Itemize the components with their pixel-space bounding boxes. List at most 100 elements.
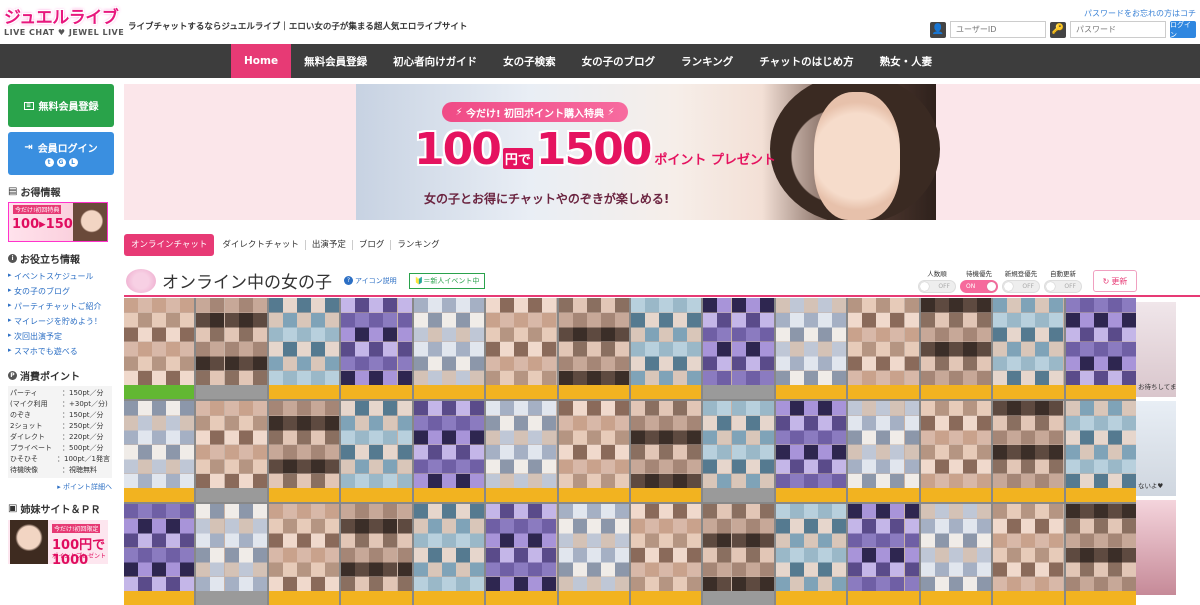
line-icon[interactable]: L — [68, 158, 78, 167]
performer-thumbnail — [268, 401, 340, 488]
nav-item-6[interactable]: チャットのはじめ方 — [746, 44, 866, 78]
toggle-switch[interactable]: OFF — [1002, 280, 1040, 293]
nav-item-3[interactable]: 女の子検索 — [490, 44, 569, 78]
toggle-knob — [1046, 282, 1055, 291]
performer-card[interactable] — [413, 401, 485, 502]
user-id-input[interactable] — [950, 21, 1046, 38]
performer-thumbnail — [993, 401, 1064, 488]
sort-toggle[interactable]: 待機優先 ON — [960, 268, 998, 293]
register-button[interactable]: ≡ 無料会員登録 — [8, 84, 114, 127]
useful-link[interactable]: イベントスケジュール — [8, 269, 114, 284]
performer-card[interactable] — [196, 298, 267, 399]
performer-card[interactable] — [775, 504, 847, 605]
performer-card[interactable] — [413, 298, 485, 399]
tab-1[interactable]: ダイレクトチャット — [216, 240, 306, 250]
performer-card[interactable] — [341, 401, 412, 502]
performer-card[interactable] — [920, 401, 992, 502]
performer-card[interactable] — [486, 504, 557, 605]
performer-card[interactable] — [1065, 298, 1136, 399]
nav-item-4[interactable]: 女の子のブログ — [569, 44, 669, 78]
forgot-password-link[interactable]: パスワードをお忘れの方はコチ — [1084, 8, 1196, 19]
performer-card[interactable] — [124, 298, 195, 399]
performer-card[interactable] — [558, 401, 629, 502]
status-bar — [703, 591, 774, 605]
performer-card[interactable] — [993, 504, 1064, 605]
nav-item-2[interactable]: 初心者向けガイド — [380, 44, 490, 78]
performer-card[interactable] — [413, 504, 485, 605]
performer-card[interactable] — [703, 401, 774, 502]
performer-thumbnail — [124, 298, 195, 385]
tab-0[interactable]: オンラインチャット — [124, 234, 215, 256]
google-icon[interactable]: G — [56, 158, 66, 167]
performer-card[interactable] — [558, 298, 629, 399]
performer-card[interactable] — [341, 298, 412, 399]
performer-card[interactable] — [848, 401, 919, 502]
nav-item-5[interactable]: ランキング — [668, 44, 746, 78]
toggle-switch[interactable]: OFF — [918, 280, 956, 293]
points-value: ：150pt／分 — [62, 389, 104, 397]
performer-card[interactable] — [703, 504, 774, 605]
useful-link[interactable]: 女の子のブログ — [8, 284, 114, 299]
pr-banner[interactable]: 今だけ!初回限定 100円で1000 ポイントプレゼント — [8, 520, 108, 564]
sort-toggle-label: 待機優先 — [966, 270, 992, 278]
performer-card[interactable] — [848, 298, 919, 399]
site-logo[interactable]: ジュエルライブ LIVE CHAT ♥ JEWEL LIVE — [4, 3, 126, 41]
performer-card[interactable] — [196, 401, 267, 502]
twitter-icon[interactable]: t — [44, 158, 54, 167]
performer-card[interactable] — [993, 401, 1064, 502]
performer-card[interactable] — [558, 504, 629, 605]
performer-card[interactable]: ないよ♥ — [1136, 401, 1176, 496]
refresh-button[interactable]: ↻ 更新 — [1093, 270, 1137, 292]
performer-card[interactable] — [703, 298, 774, 399]
performer-card[interactable] — [848, 504, 919, 605]
useful-link[interactable]: マイレージを貯めよう！ — [8, 314, 114, 329]
logo-subtext: LIVE CHAT ♥ JEWEL LIVE — [4, 28, 125, 37]
tab-2[interactable]: 出演予定 — [306, 240, 353, 250]
tab-4[interactable]: ランキング — [391, 240, 445, 250]
points-detail-link[interactable]: ▸ ポイント詳細へ — [8, 482, 112, 492]
nav-item-7[interactable]: 熟女・人妻 — [867, 44, 946, 78]
useful-link[interactable]: 次回出演予定 — [8, 329, 114, 344]
performer-thumbnail — [486, 504, 557, 591]
performer-card[interactable]: お待ちしてません — [1136, 302, 1176, 397]
tab-3[interactable]: ブログ — [353, 240, 392, 250]
performer-card[interactable] — [1136, 500, 1176, 595]
performer-card[interactable] — [631, 401, 702, 502]
nav-item-0[interactable]: Home — [231, 44, 292, 78]
deals-banner[interactable]: 今だけ!初回特典 100▸1500 — [8, 202, 108, 242]
performer-card[interactable] — [486, 298, 557, 399]
performer-card[interactable] — [268, 401, 340, 502]
icon-help-link[interactable]: ? アイコン説明 — [344, 276, 397, 286]
sort-toggle[interactable]: 自動更新 OFF — [1044, 268, 1082, 293]
useful-link[interactable]: パーティチャットご紹介 — [8, 299, 114, 314]
toggle-switch[interactable]: ON — [960, 280, 998, 293]
status-bar — [196, 591, 267, 605]
performer-card[interactable] — [1065, 504, 1136, 605]
performer-card[interactable] — [486, 401, 557, 502]
performer-card[interactable] — [631, 504, 702, 605]
sort-toggle[interactable]: 新規登優先 OFF — [1002, 268, 1040, 293]
performer-card[interactable] — [775, 401, 847, 502]
performer-card[interactable] — [268, 298, 340, 399]
login-form: 👤 🔑 ログイン — [930, 21, 1196, 39]
performer-card[interactable] — [196, 504, 267, 605]
password-input[interactable] — [1070, 21, 1166, 38]
performer-card[interactable] — [124, 401, 195, 502]
toggle-switch[interactable]: OFF — [1044, 280, 1082, 293]
performer-card[interactable] — [631, 298, 702, 399]
performer-card[interactable] — [1065, 401, 1136, 502]
hero-banner[interactable]: ⚡ 今だけ! 初回ポイント購入特典 ⚡ 100 円で 1500 ポイント プレゼ… — [124, 84, 1200, 220]
performer-card[interactable] — [268, 504, 340, 605]
nav-item-1[interactable]: 無料会員登録 — [291, 44, 380, 78]
performer-card[interactable] — [920, 298, 992, 399]
performer-card[interactable] — [993, 298, 1064, 399]
member-login-button[interactable]: ⇥ 会員ログイン t G L — [8, 132, 114, 175]
sort-toggle[interactable]: 人数順 OFF — [918, 268, 956, 293]
performer-card[interactable] — [124, 504, 195, 605]
performer-card[interactable] — [341, 504, 412, 605]
useful-link[interactable]: スマホでも遊べる — [8, 344, 114, 359]
performer-card[interactable] — [775, 298, 847, 399]
performer-card[interactable] — [920, 504, 992, 605]
login-button[interactable]: ログイン — [1170, 21, 1196, 39]
points-row: (マイク利用 ：+30pt／分) — [10, 399, 110, 410]
